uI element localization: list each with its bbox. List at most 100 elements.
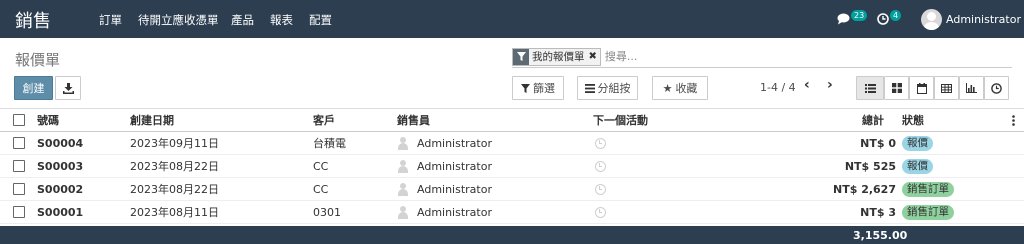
row-checkbox[interactable] <box>13 160 25 172</box>
row-date: 2023年08月22日 <box>130 183 219 196</box>
list-view-button[interactable] <box>856 76 884 100</box>
clock-icon <box>877 13 889 25</box>
activity-clock-icon[interactable] <box>595 137 606 149</box>
row-checkbox[interactable] <box>13 183 25 195</box>
favorites-button[interactable]: ★ 收藏 <box>652 76 708 100</box>
user-icon <box>397 137 409 150</box>
activity-clock-icon[interactable] <box>595 183 606 195</box>
download-icon <box>62 82 74 94</box>
row-date: 2023年08月22日 <box>130 160 219 173</box>
calendar-icon <box>916 82 927 94</box>
star-icon: ★ <box>662 81 673 95</box>
grand-total: 3,155.00 <box>853 229 908 242</box>
row-checkbox[interactable] <box>13 137 25 149</box>
chevron-left-icon[interactable]: ‹ <box>804 77 810 93</box>
menu-reporting[interactable]: 報表 <box>270 12 293 28</box>
row-customer: 台積電 <box>313 137 346 150</box>
status-badge: 報價 <box>902 135 933 151</box>
status-badge: 銷售訂單 <box>902 181 954 197</box>
row-salesperson: Administrator <box>417 205 492 219</box>
table-icon <box>941 83 952 93</box>
search-facet: 我的報價單 ✖ <box>512 47 601 66</box>
clock-icon <box>991 82 1002 94</box>
table-footer: 3,155.00 <box>0 226 1024 244</box>
row-total: NT$ 525 <box>844 159 896 173</box>
calendar-view-button[interactable] <box>909 76 934 100</box>
search-bar: 我的報價單 ✖ <box>512 46 1012 68</box>
row-salesperson: Administrator <box>417 182 492 196</box>
header-number[interactable]: 號碼 <box>37 109 59 131</box>
kanban-view-button[interactable] <box>884 76 909 100</box>
groupby-button[interactable]: 分組按 <box>577 76 638 100</box>
row-customer: 0301 <box>313 205 341 219</box>
list-icon <box>864 83 876 93</box>
search-input[interactable] <box>604 50 905 63</box>
user-menu[interactable]: Administrator <box>921 0 1021 38</box>
pivot-view-button[interactable] <box>934 76 959 100</box>
status-badge: 報價 <box>902 158 933 174</box>
menu-to-invoice[interactable]: 待開立應收憑單 <box>138 12 219 28</box>
table-row[interactable]: S00003 2023年08月22日 CC Administrator NT$ … <box>0 155 1024 178</box>
filters-button[interactable]: 篩選 <box>512 76 564 100</box>
row-salesperson: Administrator <box>417 136 492 150</box>
activity-view-button[interactable] <box>984 76 1009 100</box>
row-customer: CC <box>313 182 329 196</box>
breadcrumb: 報價單 <box>15 51 61 69</box>
row-date: 2023年08月11日 <box>130 206 219 219</box>
table-row[interactable]: S00002 2023年08月22日 CC Administrator NT$ … <box>0 178 1024 201</box>
user-icon <box>397 160 409 173</box>
header-next-activity[interactable]: 下一個活動 <box>593 109 648 131</box>
menu-products[interactable]: 產品 <box>231 12 254 28</box>
row-number: S00002 <box>37 182 84 196</box>
facet-remove-icon[interactable]: ✖ <box>588 49 600 65</box>
avatar <box>921 8 942 30</box>
bars-icon <box>584 83 595 93</box>
row-number: S00001 <box>37 205 84 219</box>
grid-icon <box>891 83 902 93</box>
facet-value: 我的報價單 <box>532 51 585 63</box>
header-total[interactable]: 總計 <box>790 109 884 131</box>
chat-icon <box>837 13 850 25</box>
activity-clock-icon[interactable] <box>595 160 606 172</box>
activity-clock-icon[interactable] <box>595 206 606 218</box>
graph-view-button[interactable] <box>959 76 984 100</box>
row-checkbox[interactable] <box>13 206 25 218</box>
activities-button[interactable]: 4 <box>877 0 902 38</box>
row-total: NT$ 3 <box>860 205 896 219</box>
table-row[interactable]: S00004 2023年09月11日 台積電 Administrator NT$… <box>0 132 1024 155</box>
row-number: S00003 <box>37 159 84 173</box>
row-total: NT$ 2,627 <box>833 182 896 196</box>
header-status[interactable]: 狀態 <box>902 109 924 131</box>
user-name: Administrator <box>946 12 1021 26</box>
header-salesperson[interactable]: 銷售員 <box>397 109 430 131</box>
groupby-label: 分組按 <box>597 82 631 95</box>
chevron-right-icon[interactable]: › <box>827 77 833 93</box>
bar-chart-icon <box>966 83 977 93</box>
table-row[interactable]: S00001 2023年08月11日 0301 Administrator NT… <box>0 201 1024 224</box>
activities-count-badge: 4 <box>890 9 902 21</box>
table-header: 號碼 創建日期 客戶 銷售員 下一個活動 總計 狀態 <box>0 108 1024 132</box>
download-button[interactable] <box>55 76 81 100</box>
pager-value[interactable]: 1-4 / 4 <box>760 81 796 94</box>
status-badge: 銷售訂單 <box>902 204 954 220</box>
select-all-checkbox[interactable] <box>13 114 25 126</box>
messages-count-badge: 23 <box>851 9 868 21</box>
row-salesperson: Administrator <box>417 159 492 173</box>
user-icon <box>397 183 409 196</box>
messages-button[interactable]: 23 <box>837 0 868 38</box>
favorites-label: 收藏 <box>675 82 698 95</box>
app-title[interactable]: 銷售 <box>15 7 51 33</box>
header-create-date[interactable]: 創建日期 <box>130 109 174 131</box>
create-button[interactable]: 創建 <box>14 76 53 100</box>
filter-icon <box>513 48 529 65</box>
header-customer[interactable]: 客戶 <box>313 109 335 131</box>
top-navbar: 銷售 訂單 待開立應收憑單 產品 報表 配置 23 4 Administrato… <box>0 0 1024 38</box>
menu-configuration[interactable]: 配置 <box>309 12 332 28</box>
filter-icon <box>521 83 530 93</box>
row-total: NT$ 0 <box>860 136 896 150</box>
column-options-icon[interactable] <box>1012 109 1015 131</box>
row-customer: CC <box>313 159 329 173</box>
row-number: S00004 <box>37 136 84 150</box>
menu-orders[interactable]: 訂單 <box>99 12 122 28</box>
filters-label: 篩選 <box>533 82 555 95</box>
